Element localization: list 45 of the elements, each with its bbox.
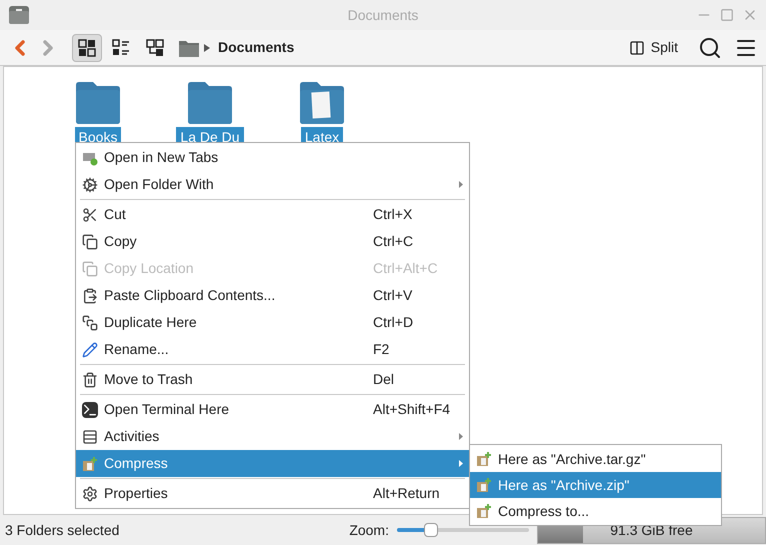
zoom-label: Zoom: (349, 520, 389, 540)
search-icon[interactable] (698, 36, 722, 60)
menu-item[interactable]: Cut Ctrl+X (76, 201, 469, 228)
scissors-icon (82, 206, 98, 222)
menu-item[interactable]: Compress (76, 450, 469, 477)
package-icon (476, 451, 492, 467)
package-icon (476, 503, 492, 519)
menu-item[interactable]: Here as "Archive.zip" (470, 472, 721, 498)
submenu-arrow-icon (459, 460, 463, 467)
menu-item[interactable]: Paste Clipboard Contents... Ctrl+V (76, 282, 469, 309)
icons-view-button[interactable] (72, 34, 102, 62)
submenu-arrow-icon (459, 433, 463, 440)
duplicate-icon (82, 314, 98, 330)
app-icon (8, 5, 30, 25)
menu-item[interactable]: Open Terminal Here Alt+Shift+F4 (76, 396, 469, 423)
copy-icon (82, 260, 98, 276)
menu-item[interactable]: Here as "Archive.tar.gz" (470, 446, 721, 472)
menu-item[interactable]: Duplicate Here Ctrl+D (76, 309, 469, 336)
menu-item[interactable]: Open Folder With (76, 171, 469, 198)
terminal-icon (82, 402, 98, 418)
menu-item[interactable]: Activities (76, 423, 469, 450)
status-text: 3 Folders selected (5, 520, 120, 540)
breadcrumb-item[interactable]: Documents (218, 37, 294, 58)
trash-icon (82, 372, 98, 388)
package-icon (82, 456, 98, 472)
paste-icon (82, 288, 98, 304)
compact-list-icon (112, 38, 130, 56)
menu-item[interactable]: Rename... F2 (76, 336, 469, 363)
icon-grid-icon (78, 38, 96, 56)
package-icon (476, 477, 492, 493)
pencil-icon (82, 342, 98, 358)
copy-icon (82, 234, 98, 250)
window-title: Documents (348, 6, 418, 24)
menu-item[interactable]: Move to Trash Del (76, 366, 469, 393)
gear-icon (82, 486, 98, 502)
menu-item[interactable]: Properties Alt+Return (76, 480, 469, 507)
menu-item[interactable]: Copy Ctrl+C (76, 228, 469, 255)
split-view-icon (628, 40, 645, 56)
submenu-arrow-icon (459, 181, 463, 188)
split-button[interactable]: Split (628, 37, 678, 58)
folder-icon (186, 81, 234, 125)
document-folder-icon (298, 81, 346, 125)
breadcrumb-arrow-icon (204, 44, 210, 52)
folder-icon (74, 81, 122, 125)
tree-view-icon (146, 38, 164, 56)
